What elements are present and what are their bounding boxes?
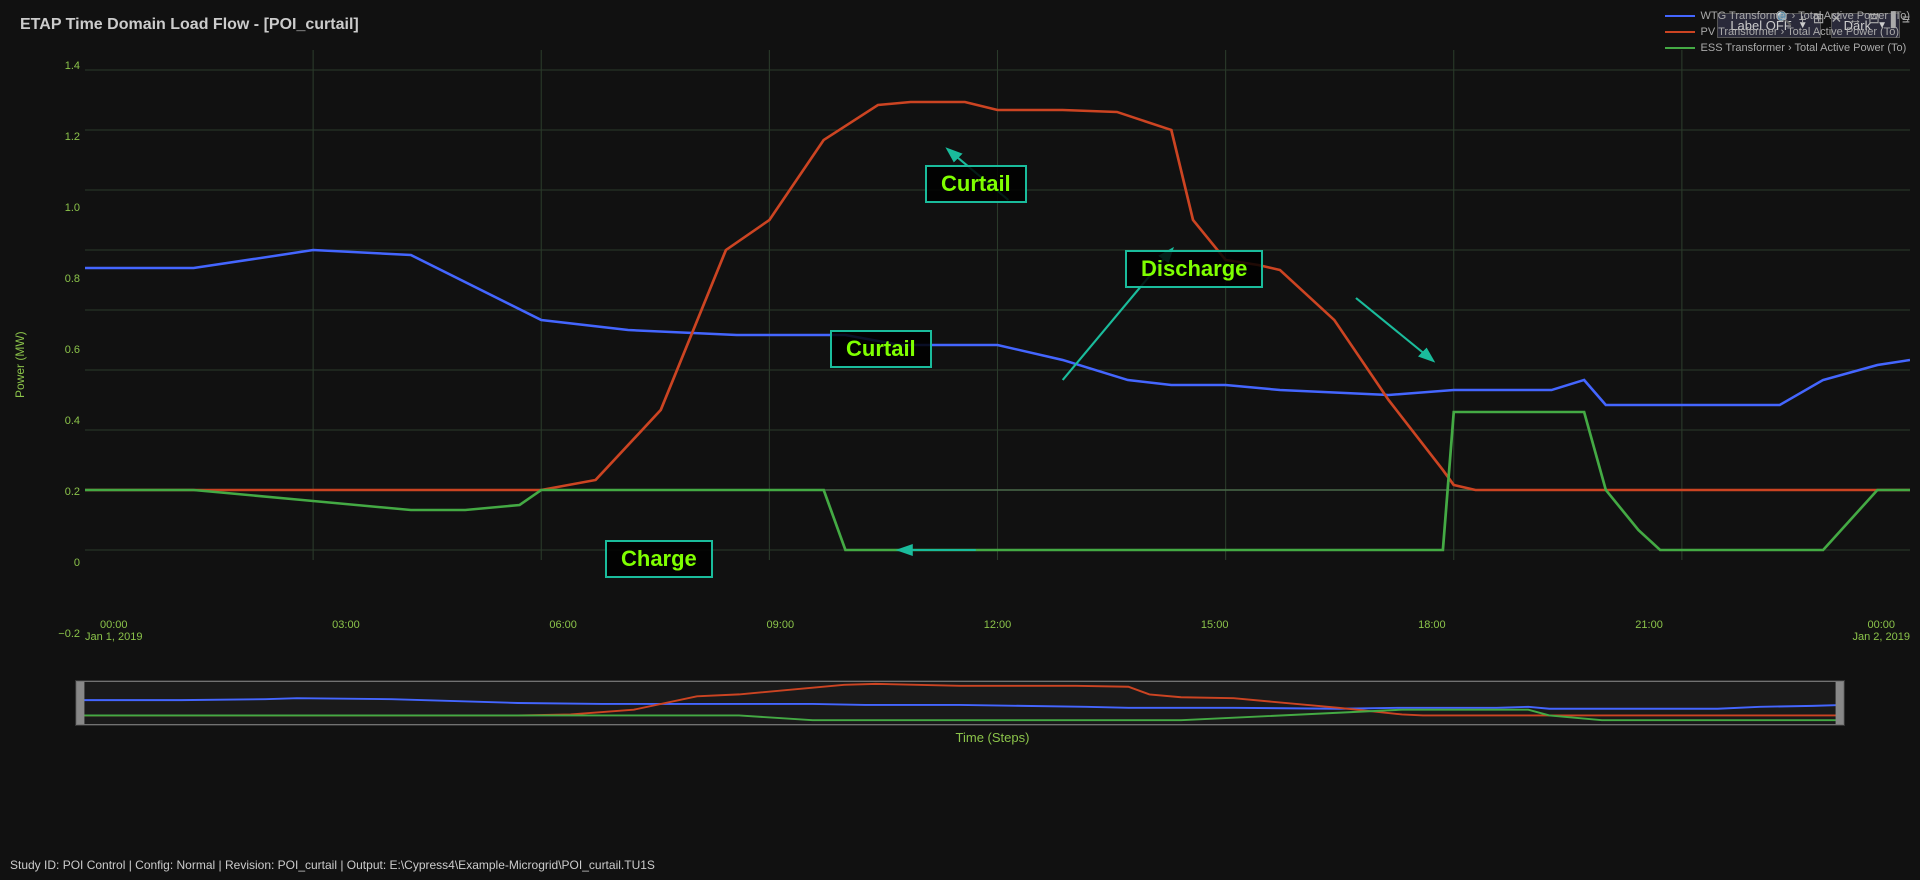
main-chart-area: Power (MW) 1.4 1.2 1.0 0.8 0.6 0.4 0.2 0… — [0, 50, 1920, 680]
x-tick-12: 12:00 — [984, 619, 1012, 665]
x-tick-15: 15:00 — [1201, 619, 1229, 665]
page-title: ETAP Time Domain Load Flow - [POI_curtai… — [20, 16, 359, 34]
x-tick-9: 09:00 — [767, 619, 795, 665]
y-tick-04: 0.4 — [65, 415, 80, 427]
annotation-charge: Charge — [605, 540, 713, 578]
y-tick-02: 0.2 — [65, 486, 80, 498]
time-steps-label: Time (Steps) — [75, 730, 1910, 745]
y-axis-label: Power (MW) — [10, 50, 30, 680]
annotation-curtail2: Curtail — [830, 330, 932, 368]
y-tick-14: 1.4 — [65, 60, 80, 72]
annotation-curtail1: Curtail — [925, 165, 1027, 203]
x-tick-6: 06:00 — [549, 619, 577, 665]
chart-svg — [85, 50, 1910, 610]
legend-item-wtg: WTG Transformer › Total Active Power (To… — [1665, 10, 1910, 22]
status-bar: Study ID: POI Control | Config: Normal |… — [10, 858, 1910, 872]
legend-item-pv: PV Transformer › Total Active Power (To) — [1665, 26, 1910, 38]
y-tick-06: 0.6 — [65, 344, 80, 356]
x-tick-0: 00:00 Jan 1, 2019 — [85, 619, 143, 665]
y-tick-08: 0.8 — [65, 273, 80, 285]
x-tick-18: 18:00 — [1418, 619, 1446, 665]
y-tick-12: 1.2 — [65, 131, 80, 143]
header: ETAP Time Domain Load Flow - [POI_curtai… — [0, 0, 1920, 50]
y-tick-10: 1.0 — [65, 202, 80, 214]
legend-label-wtg: WTG Transformer › Total Active Power (To… — [1701, 10, 1910, 22]
annotation-discharge: Discharge — [1125, 250, 1263, 288]
app: 🔍 + ⊞ ✕ ↔ ⊟ ▐ ≡ ETAP Time Domain Load Fl… — [0, 0, 1920, 880]
x-axis: 00:00 Jan 1, 2019 03:00 06:00 09:00 12:0… — [85, 615, 1910, 665]
status-text: Study ID: POI Control | Config: Normal |… — [10, 858, 655, 872]
y-tick-neg02: −0.2 — [58, 628, 80, 640]
x-tick-24: 00:00 Jan 2, 2019 — [1852, 619, 1910, 665]
mini-chart[interactable] — [75, 680, 1845, 726]
chart-container: Curtail Curtail Discharge Charge 00:00 J… — [85, 50, 1910, 680]
y-axis: 1.4 1.2 1.0 0.8 0.6 0.4 0.2 0 −0.2 — [35, 50, 85, 680]
legend: WTG Transformer › Total Active Power (To… — [1665, 10, 1910, 54]
x-tick-21: 21:00 — [1635, 619, 1663, 665]
x-tick-3: 03:00 — [332, 619, 360, 665]
legend-label-pv: PV Transformer › Total Active Power (To) — [1701, 26, 1899, 38]
y-tick-0: 0 — [74, 557, 80, 569]
